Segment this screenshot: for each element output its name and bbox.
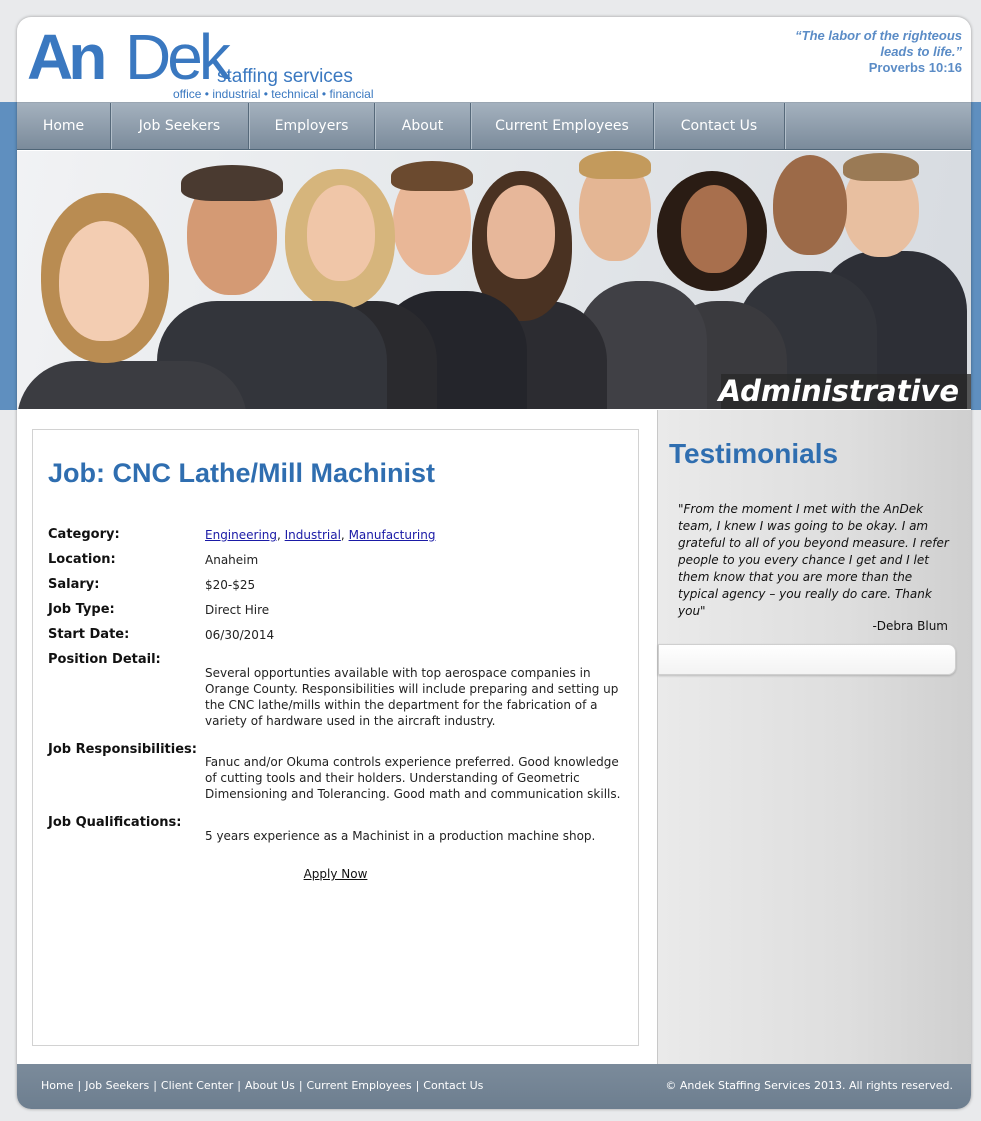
hero-category-text: Administrative xyxy=(718,374,959,408)
footer-separator: | xyxy=(77,1079,82,1092)
logo-an-text: An xyxy=(27,21,107,93)
footer-link-current-employees[interactable]: Current Employees xyxy=(307,1079,412,1092)
quote-reference: Proverbs 10:16 xyxy=(868,60,962,75)
main-navigation: Home Job Seekers Employers About Current… xyxy=(17,102,971,150)
footer-link-contact-us[interactable]: Contact Us xyxy=(423,1079,483,1092)
apply-now-link[interactable]: Apply Now xyxy=(33,867,638,881)
category-link-engineering[interactable]: Engineering xyxy=(205,528,277,542)
hero-banner-image: Administrative xyxy=(17,151,971,409)
salary-label: Salary: xyxy=(48,577,100,592)
footer-link-home[interactable]: Home xyxy=(41,1079,73,1092)
job-type-value: Direct Hire xyxy=(205,603,270,617)
nav-job-seekers[interactable]: Job Seekers xyxy=(111,103,249,149)
start-date-label: Start Date: xyxy=(48,627,130,642)
footer-link-about-us[interactable]: About Us xyxy=(245,1079,295,1092)
category-link-industrial[interactable]: Industrial xyxy=(285,528,341,542)
category-label: Category: xyxy=(48,527,120,542)
footer-link-client-center[interactable]: Client Center xyxy=(161,1079,233,1092)
position-detail-label: Position Detail: xyxy=(48,652,161,667)
nav-about[interactable]: About xyxy=(375,103,471,149)
footer-separator: | xyxy=(237,1079,241,1092)
page-title: Job: CNC Lathe/Mill Machinist xyxy=(48,458,436,488)
testimonials-sidebar: Testimonials "From the moment I met with… xyxy=(657,410,971,1064)
quote-line-2: leads to life.” xyxy=(880,44,962,59)
category-link-manufacturing[interactable]: Manufacturing xyxy=(349,528,436,542)
job-detail-panel: Job: CNC Lathe/Mill Machinist Category: … xyxy=(32,429,639,1046)
position-detail-text: Several opportunties available with top … xyxy=(205,666,619,728)
footer-separator: | xyxy=(298,1079,303,1092)
testimonial-divider-box xyxy=(658,644,956,675)
nav-contact-us[interactable]: Contact Us xyxy=(654,103,785,149)
logo-dek-text: Dek xyxy=(125,21,231,93)
hero-category-label: Administrative xyxy=(718,374,971,409)
nav-employers[interactable]: Employers xyxy=(249,103,375,149)
footer-separator: | xyxy=(153,1079,157,1092)
qualifications-label: Job Qualifications: xyxy=(48,815,182,830)
qualifications-text: 5 years experience as a Machinist in a p… xyxy=(205,829,596,843)
logo-tagline: office • industrial • technical • financ… xyxy=(173,87,374,101)
nav-home[interactable]: Home xyxy=(17,103,111,149)
responsibilities-text: Fanuc and/or Okuma controls experience p… xyxy=(205,755,621,801)
category-links: Engineering, Industrial, Manufacturing xyxy=(205,528,436,542)
page-frame: An Dek staffing services office • indust… xyxy=(17,17,971,1109)
side-band-left xyxy=(0,102,17,410)
testimonial-author: -Debra Blum xyxy=(872,619,948,633)
andek-logo[interactable]: An Dek staffing services office • indust… xyxy=(27,21,407,101)
location-value: Anaheim xyxy=(205,553,259,567)
location-label: Location: xyxy=(48,552,116,567)
testimonial-quote: "From the moment I met with the AnDek te… xyxy=(678,502,949,618)
start-date-value: 06/30/2014 xyxy=(205,628,275,642)
logo-subtitle: staffing services xyxy=(217,66,353,87)
page-footer: Home | Job Seekers | Client Center | About Us |… xyxy=(17,1064,971,1109)
testimonials-heading: Testimonials xyxy=(669,438,839,469)
scripture-quote: “The labor of the righteous leads to lif… xyxy=(795,28,962,76)
footer-separator: | xyxy=(415,1079,420,1092)
responsibilities-label: Job Responsibilities: xyxy=(48,742,197,757)
footer-links: Home | Job Seekers | Client Center | About Us |… xyxy=(41,1064,483,1107)
footer-link-job-seekers[interactable]: Job Seekers xyxy=(85,1079,149,1092)
nav-current-employees[interactable]: Current Employees xyxy=(471,103,654,149)
salary-value: $20-$25 xyxy=(205,578,256,592)
copyright-notice: © Andek Staffing Services 2013. All righ… xyxy=(665,1079,953,1092)
quote-line-1: “The labor of the righteous xyxy=(795,28,962,43)
job-type-label: Job Type: xyxy=(48,602,115,617)
